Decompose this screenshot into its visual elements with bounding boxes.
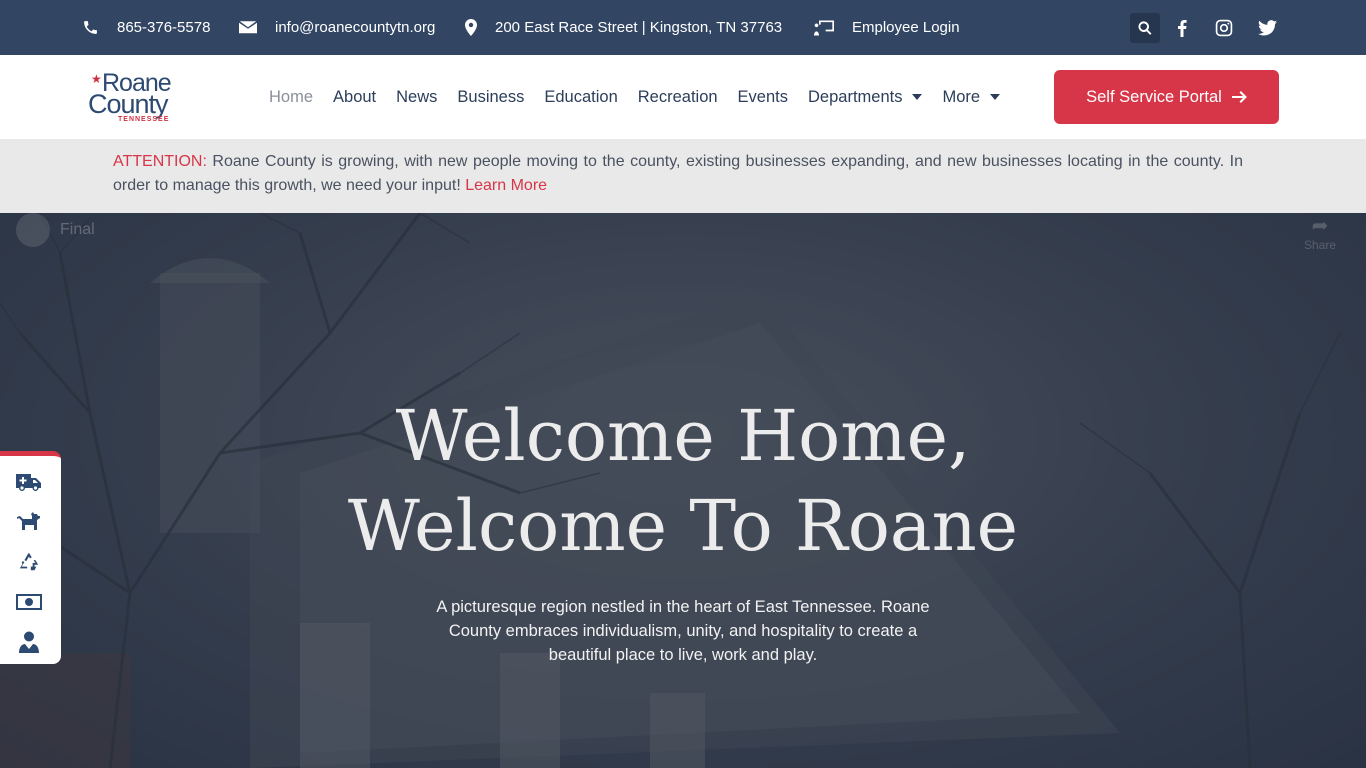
- attention-banner: ATTENTION: Roane County is growing, with…: [0, 139, 1366, 213]
- nav-more-label: More: [942, 87, 981, 106]
- nav-events-label: Events: [737, 87, 788, 106]
- roane-county-logo[interactable]: ★ Roane County TENNESSEE: [82, 69, 194, 127]
- nav-departments-label: Departments: [808, 87, 903, 106]
- nav-business-label: Business: [457, 87, 525, 106]
- logo-line-3: TENNESSEE: [118, 116, 170, 123]
- channel-avatar: [16, 213, 50, 247]
- logo-star-icon: ★: [91, 72, 102, 86]
- nav-education-label: Education: [544, 87, 618, 106]
- email-link[interactable]: info@roanecountytn.org: [239, 0, 435, 55]
- nav-news[interactable]: News: [396, 88, 437, 107]
- share-label: Share: [1303, 238, 1337, 252]
- twitter-link[interactable]: [1252, 13, 1282, 43]
- nav-education[interactable]: Education: [544, 88, 617, 107]
- search-button[interactable]: [1130, 13, 1160, 43]
- video-share-button[interactable]: ➦ Share: [1296, 213, 1344, 252]
- email-text: info@roanecountytn.org: [275, 19, 436, 36]
- map-marker-icon: [465, 19, 477, 36]
- hero-title: Welcome Home, Welcome To Roane: [0, 391, 1366, 571]
- nav-more[interactable]: More: [942, 87, 1001, 107]
- portal-button-label: Self Service Portal: [1086, 87, 1222, 106]
- search-icon: [1138, 21, 1152, 35]
- dog-icon[interactable]: [16, 509, 42, 535]
- nav-news-label: News: [396, 87, 438, 106]
- top-bar: 865-376-5578 info@roanecountytn.org 200 …: [0, 0, 1366, 55]
- hero-section: Final ➦ Share Welcome Home, Welcome To R…: [0, 213, 1366, 768]
- phone-icon: [84, 21, 97, 34]
- attention-label: ATTENTION:: [113, 153, 207, 170]
- nav-about-label: About: [333, 87, 377, 106]
- video-title-chip[interactable]: Final: [16, 213, 95, 247]
- caret-down-icon: [912, 94, 923, 100]
- nav-events[interactable]: Events: [738, 88, 788, 107]
- hero-title-line-1: Welcome Home,: [395, 395, 971, 477]
- user-desktop-icon: [814, 20, 834, 35]
- facebook-link[interactable]: [1167, 13, 1197, 43]
- twitter-icon: [1257, 20, 1277, 36]
- attention-text: Roane County is growing, with new people…: [113, 153, 1243, 194]
- facebook-icon: [1178, 20, 1187, 37]
- main-header: ★ Roane County TENNESSEE Home About News…: [0, 55, 1366, 139]
- nav-business[interactable]: Business: [457, 88, 524, 107]
- nav-home[interactable]: Home: [269, 88, 313, 107]
- arrow-right-icon: [1231, 91, 1247, 103]
- recycle-icon[interactable]: [16, 549, 42, 575]
- nav-about[interactable]: About: [333, 88, 376, 107]
- nav-recreation[interactable]: Recreation: [638, 88, 718, 107]
- employee-login-text: Employee Login: [852, 19, 960, 36]
- self-service-portal-button[interactable]: Self Service Portal: [1054, 70, 1279, 124]
- address-link[interactable]: 200 East Race Street | Kingston, TN 3776…: [465, 0, 782, 55]
- primary-menu: Home About News Business Education Recre…: [269, 55, 1020, 139]
- learn-more-link[interactable]: Learn More: [465, 177, 547, 194]
- money-bill-icon[interactable]: [16, 589, 42, 615]
- phone-link[interactable]: 865-376-5578: [82, 0, 210, 55]
- nav-departments[interactable]: Departments: [808, 87, 923, 107]
- share-icon: ➦: [1311, 215, 1329, 237]
- nav-home-label: Home: [269, 87, 314, 106]
- user-tie-icon[interactable]: [16, 629, 42, 655]
- hero-subtitle: A picturesque region nestled in the hear…: [436, 598, 930, 664]
- envelope-icon: [239, 20, 257, 33]
- nav-recreation-label: Recreation: [637, 87, 718, 106]
- instagram-icon: [1215, 19, 1233, 37]
- instagram-link[interactable]: [1209, 13, 1239, 43]
- address-text: 200 East Race Street | Kingston, TN 3776…: [495, 19, 783, 36]
- video-title: Final: [60, 221, 95, 238]
- employee-login-link[interactable]: Employee Login: [814, 0, 960, 55]
- quick-links-sidebar: [0, 451, 61, 664]
- ambulance-icon[interactable]: [16, 469, 42, 495]
- caret-down-icon: [990, 94, 1001, 100]
- hero-title-line-2: Welcome To Roane: [347, 485, 1019, 567]
- phone-text: 865-376-5578: [117, 19, 211, 36]
